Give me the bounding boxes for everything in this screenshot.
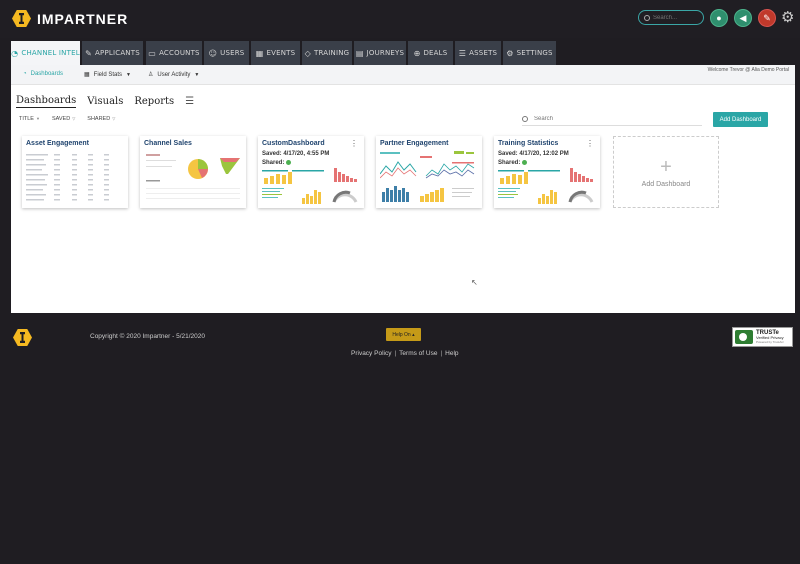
terms-of-use-link[interactable]: Terms of Use xyxy=(399,350,437,357)
subnav-dashboards[interactable]: ◔ Dashboards xyxy=(23,71,63,77)
search-icon xyxy=(522,115,528,122)
welcome-text: Welcome Trevor @ Alia Demo Portal xyxy=(707,67,789,73)
dashboard-card-custom-dashboard[interactable]: CustomDashboard ⋮ Saved: 4/17/20, 4:55 P… xyxy=(258,136,364,208)
global-search[interactable] xyxy=(638,10,704,25)
main-panel: ◔ Dashboards ▦ Field Stats ▼ ♙ User Activity… xyxy=(11,65,795,313)
thumbnail-table xyxy=(26,154,109,201)
tab-training[interactable]: ◇ TRAINING xyxy=(302,41,352,65)
card-title: Channel Sales xyxy=(144,140,192,147)
help-link[interactable]: Help xyxy=(445,350,458,357)
tab-settings[interactable]: ⚙ SETTINGS xyxy=(503,41,556,65)
pencil-icon: ✎ xyxy=(85,48,93,58)
search-icon xyxy=(644,14,650,21)
main-nav: ◔ CHANNEL INTEL ✎ APPLICANTS ▭ ACCOUNTS ☺ US… xyxy=(11,41,795,65)
dashboard-card-asset-engagement[interactable]: Asset Engagement xyxy=(22,136,128,208)
global-search-input[interactable] xyxy=(653,14,699,21)
thumbnail-charts xyxy=(262,168,358,204)
deals-icon: ⊕ xyxy=(413,48,421,58)
subnav-user-activity[interactable]: ♙ User Activity ▼ xyxy=(148,71,200,79)
help-toggle-button[interactable]: Help On ▴ xyxy=(386,328,421,341)
card-title: CustomDashboard xyxy=(262,140,325,147)
tab-reports[interactable]: Reports xyxy=(134,96,174,108)
tab-visuals[interactable]: Visuals xyxy=(87,96,123,108)
tab-assets[interactable]: ☰ ASSETS xyxy=(455,41,501,65)
truste-badge[interactable]: TRUSTe Verified Privacy Powered by Trust… xyxy=(732,327,793,347)
card-shared: Shared: xyxy=(262,160,292,166)
accounts-icon: ▭ xyxy=(148,48,157,58)
add-dashboard-label: Add Dashboard xyxy=(641,180,691,188)
tab-channel-intel[interactable]: ◔ CHANNEL INTEL xyxy=(11,41,80,65)
tab-applicants[interactable]: ✎ APPLICANTS xyxy=(82,41,143,65)
sub-nav: ◔ Dashboards ▦ Field Stats ▼ ♙ User Activity… xyxy=(11,65,795,85)
add-dashboard-button[interactable]: Add Dashboard xyxy=(713,112,768,127)
tab-deals[interactable]: ⊕ DEALS xyxy=(408,41,453,65)
pencil-icon[interactable]: ✎ xyxy=(758,9,776,27)
dashboard-search[interactable] xyxy=(522,112,702,126)
user-icon: ♙ xyxy=(148,72,154,78)
thumbnail-charts xyxy=(380,151,475,202)
book-icon: ▤ xyxy=(355,48,364,58)
card-saved-date: Saved: 4/17/20, 12:02 PM xyxy=(498,151,569,157)
filter-shared[interactable]: SHARED ▽ xyxy=(87,116,115,122)
card-title: Training Statistics xyxy=(498,140,559,147)
privacy-policy-link[interactable]: Privacy Policy xyxy=(351,350,391,357)
thumbnail-charts xyxy=(146,154,240,199)
caret-down-icon: ▼ xyxy=(35,116,40,121)
user-icon[interactable]: ● xyxy=(710,9,728,27)
logo[interactable]: IMPARTNER xyxy=(12,9,128,28)
top-bar: IMPARTNER ● ◀ ✎ ⚙ xyxy=(0,0,800,38)
dashboard-card-partner-engagement[interactable]: Partner Engagement xyxy=(376,136,482,208)
dashboard-icon: ◔ xyxy=(11,48,19,58)
copyright-text: Copyright © 2020 Impartner - 5/21/2020 xyxy=(90,333,205,340)
subnav-field-stats[interactable]: ▦ Field Stats ▼ xyxy=(84,71,131,79)
filter-title[interactable]: TITLE ▼ xyxy=(19,116,40,122)
calendar-icon: ▦ xyxy=(255,48,264,58)
megaphone-icon[interactable]: ◀ xyxy=(734,9,752,27)
dashboard-icon: ◔ xyxy=(23,71,27,77)
footer-links: Privacy Policy | Terms of Use | Help xyxy=(351,350,459,357)
dashboard-card-channel-sales[interactable]: Channel Sales xyxy=(140,136,246,208)
add-dashboard-card[interactable]: + Add Dashboard xyxy=(613,136,719,208)
truste-seal-icon xyxy=(735,330,753,344)
gear-icon: ⚙ xyxy=(506,48,514,58)
mouse-cursor-icon: ↖ xyxy=(471,278,478,287)
thumbnail-charts xyxy=(498,168,594,204)
training-icon: ◇ xyxy=(304,48,312,58)
brand-name: IMPARTNER xyxy=(37,10,129,27)
tab-dashboards[interactable]: Dashboards xyxy=(16,95,77,108)
shared-status-icon xyxy=(286,160,292,165)
more-options-icon[interactable]: ⋮ xyxy=(350,139,358,148)
card-shared: Shared: xyxy=(498,160,528,166)
impartner-logo-icon xyxy=(13,328,32,347)
footer-logo xyxy=(13,328,32,347)
plus-icon: + xyxy=(660,155,672,178)
gear-icon[interactable]: ⚙ xyxy=(781,9,794,27)
card-title: Partner Engagement xyxy=(380,140,449,147)
chevron-down-icon: ▼ xyxy=(194,71,200,78)
filter-saved[interactable]: SAVED ▽ xyxy=(52,116,75,122)
list-icon: ☰ xyxy=(458,48,467,58)
tab-users[interactable]: ☺ USERS xyxy=(204,41,249,65)
more-options-icon[interactable]: ⋮ xyxy=(586,139,594,148)
dashboard-card-training-statistics[interactable]: Training Statistics ⋮ Saved: 4/17/20, 12… xyxy=(494,136,600,208)
caret-down-icon: ▽ xyxy=(72,116,76,121)
card-title: Asset Engagement xyxy=(26,140,90,147)
shared-status-icon xyxy=(522,160,528,165)
list-view-icon[interactable]: ☰ xyxy=(185,96,194,107)
users-icon: ☺ xyxy=(208,48,218,58)
tab-journeys[interactable]: ▤ JOURNEYS xyxy=(354,41,406,65)
tab-events[interactable]: ▦ EVENTS xyxy=(251,41,300,65)
chevron-down-icon: ▼ xyxy=(126,71,131,78)
card-saved-date: Saved: 4/17/20, 4:55 PM xyxy=(262,151,330,157)
caret-down-icon: ▽ xyxy=(112,116,116,121)
tab-accounts[interactable]: ▭ ACCOUNTS xyxy=(146,41,202,65)
dashboard-search-input[interactable] xyxy=(534,115,684,122)
filter-bar: TITLE ▼ SAVED ▽ SHARED ▽ xyxy=(19,116,127,122)
grid-icon: ▦ xyxy=(84,72,90,78)
view-tabs: Dashboards Visuals Reports ☰ xyxy=(16,95,194,108)
impartner-logo-icon xyxy=(12,9,31,28)
